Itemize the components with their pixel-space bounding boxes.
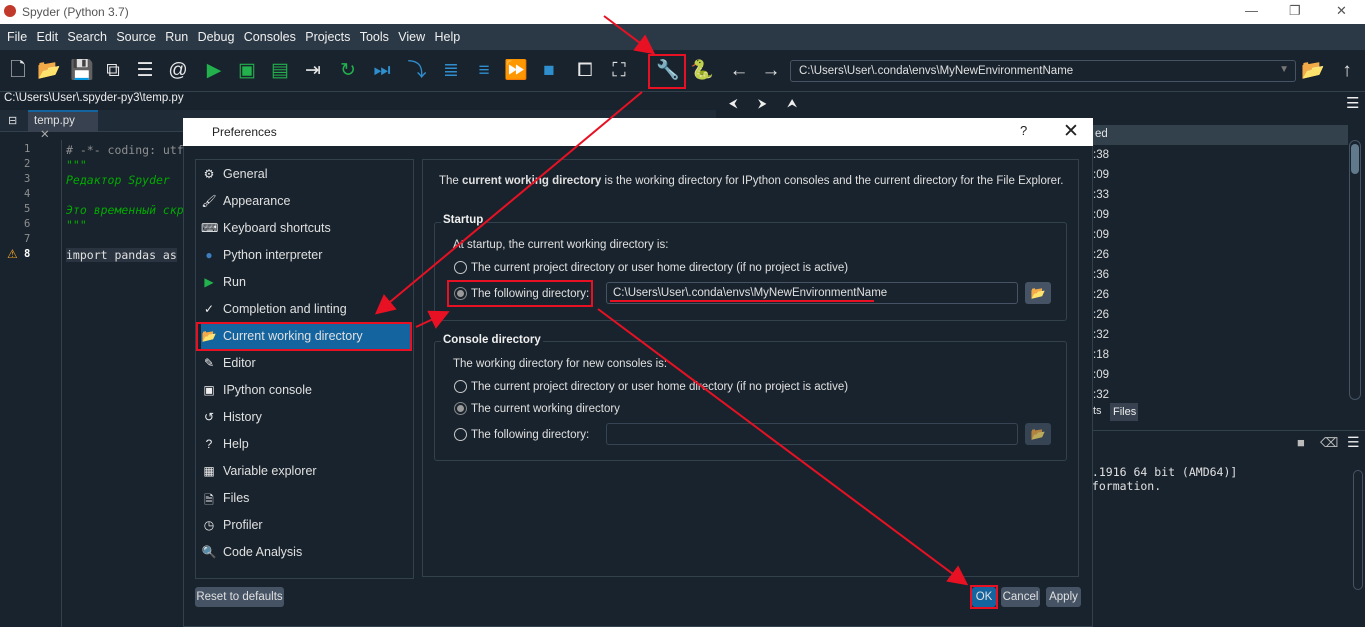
arrow-to-category: [374, 91, 643, 315]
arrow-to-following-directory: [415, 310, 450, 329]
arrow-to-wrench: [603, 15, 656, 55]
arrow-to-ok: [597, 308, 969, 586]
annotation-arrows: [374, 15, 969, 586]
